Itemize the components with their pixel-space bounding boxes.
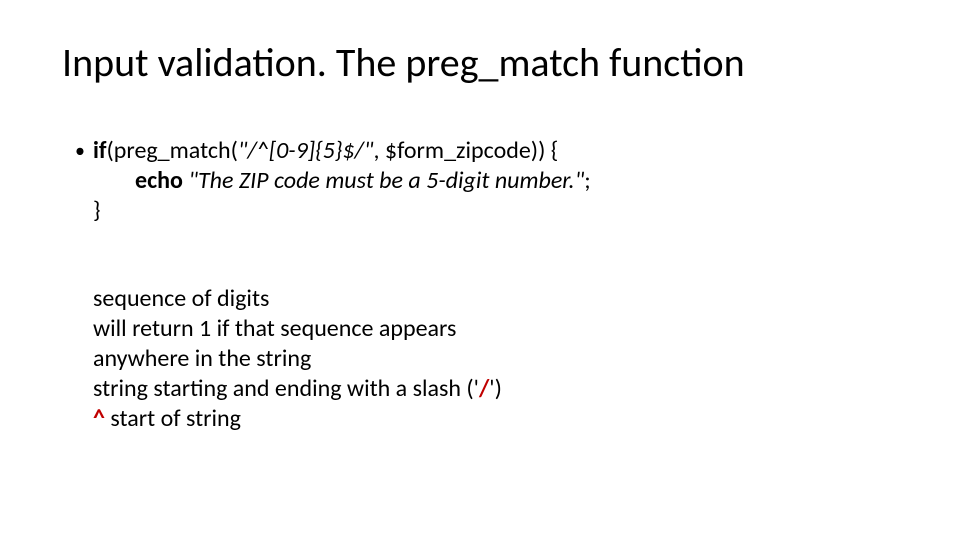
- regex-pattern: "/^[0-9]{5}$/": [238, 136, 374, 165]
- code-text: , $form_zipcode)) {: [373, 136, 558, 165]
- code-text: ;: [584, 166, 590, 195]
- bullet-dot: •: [75, 136, 93, 166]
- keyword-if: if: [93, 136, 107, 165]
- keyword-echo: echo: [135, 166, 183, 195]
- note-text: start of string: [105, 404, 241, 433]
- slide: Input validation. The preg_match functio…: [0, 0, 960, 540]
- echo-string: "The ZIP code must be a 5-digit number.": [183, 166, 584, 195]
- code-line-echo: echo "The ZIP code must be a 5-digit num…: [135, 166, 591, 196]
- note-line: string starting and ending with a slash …: [93, 374, 591, 404]
- slide-body: • if(preg_match("/^[0-9]{5}$/", $form_zi…: [75, 136, 591, 434]
- note-text: string starting and ending with a slash …: [93, 374, 479, 403]
- code-line-if: if(preg_match("/^[0-9]{5}$/", $form_zipc…: [93, 136, 591, 166]
- note-text: '): [489, 374, 502, 403]
- notes-block: sequence of digits will return 1 if that…: [93, 284, 591, 434]
- code-line-close: }: [93, 196, 591, 226]
- code-text: (preg_match(: [107, 136, 238, 165]
- code-block: • if(preg_match("/^[0-9]{5}$/", $form_zi…: [75, 136, 591, 226]
- code-lines: if(preg_match("/^[0-9]{5}$/", $form_zipc…: [93, 136, 591, 226]
- note-line: anywhere in the string: [93, 344, 591, 374]
- note-line: will return 1 if that sequence appears: [93, 314, 591, 344]
- slash-symbol: /: [479, 374, 489, 403]
- note-line: sequence of digits: [93, 284, 591, 314]
- slide-title: Input validation. The preg_match functio…: [62, 38, 745, 87]
- note-line: ^ start of string: [93, 404, 591, 434]
- caret-symbol: ^: [93, 404, 105, 433]
